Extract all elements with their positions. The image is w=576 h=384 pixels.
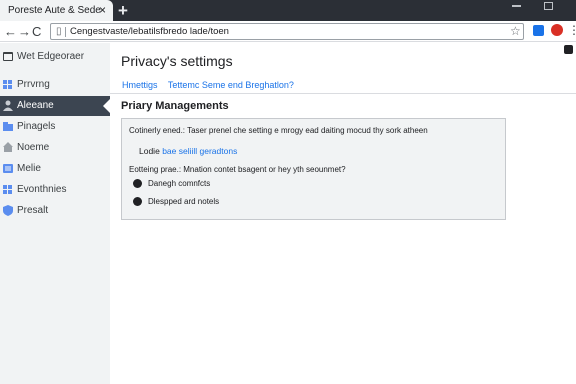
panel-note: Eotteing prae.: Mnation contet bsagent o… [129,165,346,174]
extension-icon[interactable] [533,25,544,36]
sidebar-item-label: Presalt [17,205,49,216]
close-icon[interactable] [564,45,573,54]
settings-sidebar: Wet Edgeoraer Prrvrng Aleeane Pinagels N… [0,43,110,384]
apps-icon [3,185,12,194]
sidebar-item-label: Aleeane [17,100,54,111]
sidebar-item-label: Pinagels [17,121,56,132]
close-icon[interactable]: × [99,3,106,17]
url-text[interactable]: Cengestvaste/lebatilsfbredo lade/toen [70,26,229,37]
sidebar-item-web[interactable]: Wet Edgeoraer [0,47,110,67]
sidebar-item-label: Melie [17,163,41,174]
option-label: Dlespped ard notels [148,197,220,206]
radio-icon[interactable] [133,179,142,188]
page-title: Privacy's settimgs [121,53,233,69]
new-tab-button[interactable]: + [118,0,128,21]
sidebar-item-label: Wet Edgeoraer [17,51,85,62]
profile-icon[interactable] [551,24,563,36]
home-icon [3,142,13,152]
person-icon [3,100,13,111]
star-icon[interactable]: ☆ [510,24,521,38]
divider [110,93,576,94]
tab-strip: Poreste Aute & Sede × + [0,0,576,21]
address-bar[interactable]: ▯ Cengestvaste/lebatilsfbredo lade/toen … [50,23,524,40]
shield-icon [3,205,13,216]
minimize-icon[interactable] [512,5,521,7]
sidebar-item-home[interactable]: Noeme [0,138,110,158]
sidebar-item-events[interactable]: Evonthnies [0,180,110,200]
privacy-panel: Cotinerly ened.: Taser prenel che settin… [121,118,506,220]
option-label: Danegh comnfcts [148,179,211,188]
address-separator [65,27,66,37]
section-title: Priary Managements [121,100,229,112]
lock-icon: ▯ [56,26,62,37]
settings-link[interactable]: bae seliill geradtons [162,146,237,156]
sidebar-item-appearance[interactable]: Aleeane [0,96,110,116]
sidebar-item-pages[interactable]: Pinagels [0,117,110,137]
grid-icon [3,164,13,173]
radio-icon[interactable] [133,197,142,206]
forward-button[interactable]: → [18,23,31,40]
tab-title: Poreste Aute & Sede [8,5,101,16]
panel-link-row: Lodie bae seliill geradtons [139,146,237,156]
maximize-icon[interactable] [544,2,553,10]
breadcrumb: Hmettigs Tettemc Seme end Breghatlon? [122,80,302,90]
sidebar-item-privacy[interactable]: Prrvrng [0,75,110,95]
link-prefix: Lodie [139,146,160,156]
browser-icon [3,52,13,61]
back-button[interactable]: ← [4,23,17,40]
sidebar-item-reset[interactable]: Presalt [0,201,110,221]
browser-tab[interactable]: Poreste Aute & Sede × [0,0,113,21]
privacy-icon [3,80,12,89]
sidebar-item-media[interactable]: Melie [0,159,110,179]
panel-description: Cotinerly ened.: Taser prenel che settin… [129,126,428,135]
browser-toolbar: ← → C ▯ Cengestvaste/lebatilsfbredo lade… [0,21,576,42]
reload-button[interactable]: C [32,23,41,40]
breadcrumb-link[interactable]: Tettemc Seme end Breghatlon? [168,80,294,90]
sidebar-item-label: Evonthnies [17,184,67,195]
folder-icon [3,122,13,131]
sidebar-item-label: Noeme [17,142,50,153]
menu-icon[interactable]: ⋮ [568,23,576,37]
breadcrumb-link[interactable]: Hmettigs [122,80,158,90]
sidebar-item-label: Prrvrng [17,79,50,90]
